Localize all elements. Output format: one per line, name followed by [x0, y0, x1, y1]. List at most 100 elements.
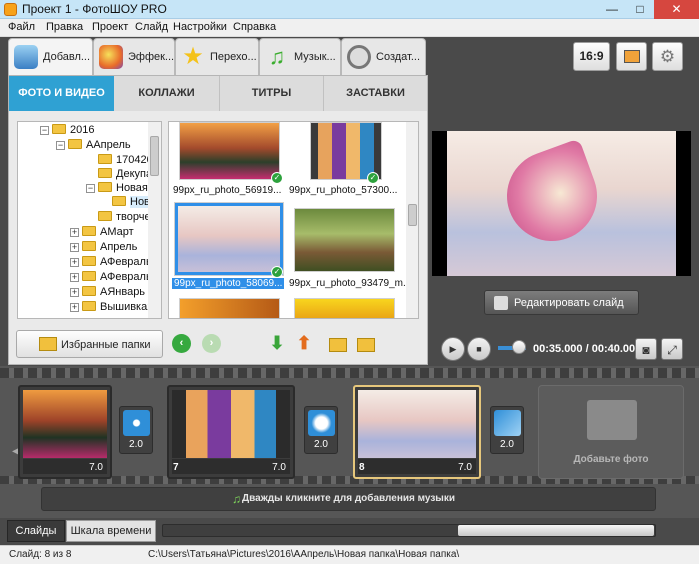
menu-file[interactable]: Файл [8, 21, 35, 33]
transitions-star-icon: ★ [182, 43, 204, 70]
folder-tree[interactable]: −2016 − ААпрель 170420 Декупа − Новая п Но… [17, 121, 162, 319]
slide-card[interactable]: 7 7.0 [167, 385, 295, 479]
minimize-button[interactable]: — [598, 0, 626, 19]
photo-thumbnail[interactable] [294, 208, 395, 272]
timeline-scroll-thumb[interactable] [458, 525, 654, 536]
photo-caption: 99px_ru_photo_93479_m... [289, 278, 412, 289]
settings-button[interactable]: ⚙ [652, 42, 683, 71]
window-title: Проект 1 - ФотоШОУ PRO [22, 2, 167, 16]
tab-timeline[interactable]: Шкала времени [66, 520, 156, 542]
tree-node[interactable]: Декупа [98, 168, 152, 182]
tree-node[interactable]: + АФевраль2 [70, 271, 158, 285]
subtab-intros[interactable]: ЗАСТАВКИ [323, 76, 427, 111]
menu-edit[interactable]: Правка [46, 21, 83, 33]
tree-node[interactable]: + АФевраль [70, 256, 152, 270]
photo-thumbnail[interactable] [179, 298, 280, 318]
back-icon[interactable]: ‹ [172, 334, 191, 353]
transition-card[interactable]: 2.0 [490, 406, 524, 454]
pencil-icon [494, 296, 508, 310]
transition-icon [308, 410, 335, 436]
menu-help[interactable]: Справка [233, 21, 276, 33]
edit-slide-button[interactable]: Редактировать слайд [484, 290, 639, 315]
menu-slide[interactable]: Слайд [135, 21, 168, 33]
tree-node-label: ААпрель [86, 139, 131, 151]
tree-scroll-thumb[interactable] [150, 136, 159, 176]
edit-slide-label: Редактировать слайд [514, 297, 624, 309]
slide-count: Слайд: 8 из 8 [9, 549, 72, 560]
tree-expander[interactable]: − [40, 126, 49, 135]
tab-transitions[interactable]: ★ Перехо... [175, 38, 259, 75]
maximize-button[interactable]: □ [626, 0, 654, 19]
tree-expander[interactable]: − [56, 141, 65, 150]
check-icon: ✓ [367, 172, 379, 184]
subtab-collages[interactable]: КОЛЛАЖИ [114, 76, 219, 111]
grid-scrollbar[interactable] [406, 122, 418, 318]
app-icon [4, 3, 17, 16]
subtab-titles[interactable]: ТИТРЫ [219, 76, 323, 111]
tree-node[interactable]: 170420 [98, 154, 153, 168]
grid-scroll-thumb[interactable] [408, 204, 417, 226]
music-track[interactable]: ♫ Дважды кликните для добавления музыки [41, 487, 656, 511]
gear-icon: ⚙ [659, 47, 676, 66]
photo-grid[interactable]: ✓ 99px_ru_photo_56919... ✓ 99px_ru_photo… [168, 121, 419, 319]
transition-card[interactable]: 2.0 [119, 406, 153, 454]
tree-node[interactable]: − ААпрель [56, 139, 131, 153]
tree-node[interactable]: − 2016 [40, 124, 94, 138]
tab-slides[interactable]: Слайды [7, 520, 65, 542]
move-down-icon[interactable]: ⬇ [266, 333, 288, 355]
stop-button[interactable]: ■ [467, 337, 491, 361]
tree-node[interactable]: + Апрель [70, 241, 137, 255]
tree-expander[interactable]: + [70, 228, 79, 237]
progress-knob[interactable] [512, 340, 526, 354]
slide-card-active[interactable]: 8 7.0 [353, 385, 481, 479]
aspect-ratio-button[interactable]: 16:9 [573, 42, 610, 71]
add-all-icon[interactable] [355, 333, 377, 355]
close-button[interactable]: ✕ [654, 0, 699, 19]
tree-node[interactable]: + Вышивка2( [70, 301, 157, 315]
tree-expander[interactable]: − [86, 184, 95, 193]
folder-icon [98, 168, 112, 178]
play-button[interactable]: ▶ [441, 337, 465, 361]
slide-thumbnail [358, 390, 476, 458]
tree-node[interactable]: + АЯнварь [70, 286, 145, 300]
menu-project[interactable]: Проект [92, 21, 128, 33]
shell-photo-preview [178, 206, 280, 272]
photo-thumbnail[interactable] [294, 298, 395, 318]
tab-effects[interactable]: Эффек... [93, 38, 175, 75]
tab-create-label: Создат... [376, 51, 421, 63]
add-photo-label: Добавьте фото [573, 454, 649, 465]
add-photo-placeholder[interactable]: Добавьте фото [538, 385, 684, 479]
snapshot-button[interactable]: ◙ [635, 338, 657, 360]
forward-icon[interactable]: › [202, 334, 221, 353]
tree-expander[interactable]: + [70, 273, 79, 282]
transition-card[interactable]: 2.0 [304, 406, 338, 454]
subtab-photo-video[interactable]: ФОТО И ВИДЕО [9, 76, 114, 111]
tree-expander[interactable]: + [70, 243, 79, 252]
tree-node[interactable]: творче [98, 211, 151, 225]
move-up-icon[interactable]: ⬆ [293, 333, 315, 355]
tree-expander[interactable]: + [70, 258, 79, 267]
fullscreen-preview-button[interactable] [616, 42, 647, 71]
menu-settings[interactable]: Настройки [173, 21, 227, 33]
tree-expander[interactable]: + [70, 303, 79, 312]
photo-thumbnail-selected[interactable] [174, 202, 284, 276]
tab-add-photos-label: Добавл... [43, 51, 91, 63]
slide-duration: 7.0 [89, 462, 103, 473]
folder-icon [98, 182, 112, 192]
tree-expander[interactable]: + [70, 288, 79, 297]
folder-icon [98, 154, 112, 164]
tree-scrollbar[interactable] [148, 122, 161, 318]
tab-create[interactable]: Создат... [341, 38, 426, 75]
tree-node[interactable]: + АМарт [70, 226, 134, 240]
fullscreen-button[interactable]: ⤢ [661, 338, 683, 360]
folder-icon [68, 139, 82, 149]
add-folder-icon[interactable] [327, 333, 349, 355]
tab-music[interactable]: ♫ Музык... [259, 38, 341, 75]
effects-palette-icon [99, 45, 123, 69]
tab-add-photos[interactable]: Добавл... [8, 38, 93, 75]
photo-thumbnail[interactable] [179, 122, 280, 180]
favorite-folders-button[interactable]: Избранные папки [16, 330, 163, 358]
slide-number: 8 [359, 462, 365, 473]
slide-card[interactable]: 7.0 [18, 385, 112, 479]
folder-icon [52, 124, 66, 134]
